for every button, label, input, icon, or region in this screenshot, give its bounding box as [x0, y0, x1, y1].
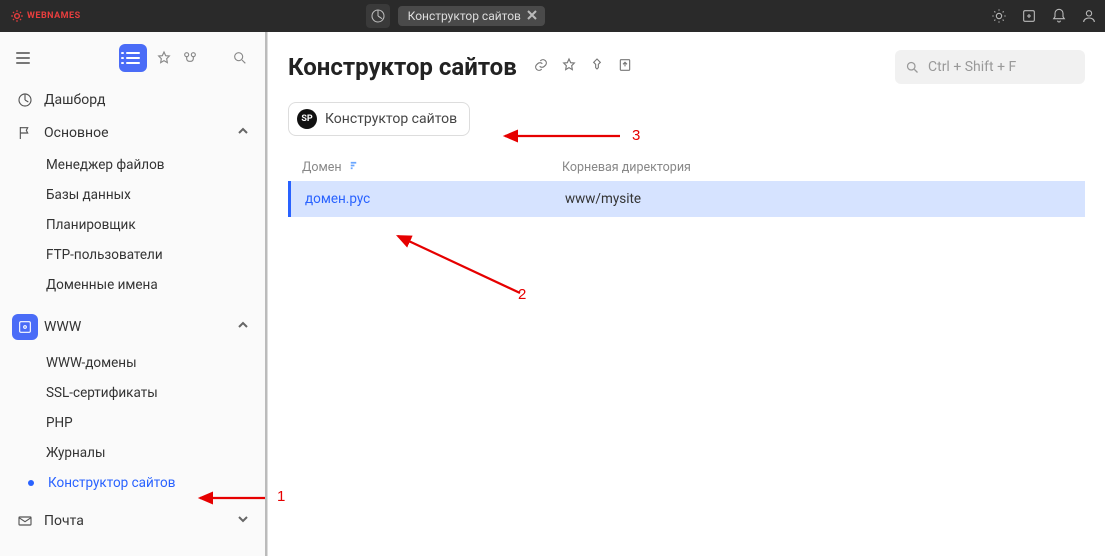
nav-www-items: WWW-домены SSL-сертификаты PHP Журналы К…: [8, 348, 257, 498]
nav-section-www[interactable]: WWW: [8, 306, 257, 348]
nav-section-main[interactable]: Основное: [8, 116, 257, 150]
sort-icon: [348, 160, 359, 175]
chevron-down-icon: [237, 513, 249, 529]
col-root[interactable]: Корневая директория: [562, 160, 1071, 175]
nav-main-items: Менеджер файлов Базы данных Планировщик …: [8, 150, 257, 300]
ops-icon[interactable]: [181, 49, 199, 67]
chevron-up-icon: [237, 319, 249, 335]
main: Конструктор сайтов Ctrl + Shift + F SP К…: [268, 32, 1105, 556]
tab-active[interactable]: Конструктор сайтов: [398, 6, 545, 26]
nav-item-domains[interactable]: Доменные имена: [38, 270, 257, 300]
sidebar-toolbar: [0, 32, 265, 84]
user-icon[interactable]: [1081, 8, 1097, 24]
table-header: Домен Корневая директория: [288, 154, 1085, 181]
page-header: Конструктор сайтов Ctrl + Shift + F: [288, 50, 1085, 84]
nav-item-ssl[interactable]: SSL-сертификаты: [38, 378, 257, 408]
nav-item-databases[interactable]: Базы данных: [38, 180, 257, 210]
export-icon[interactable]: [617, 57, 633, 77]
www-icon: [12, 314, 38, 340]
nav-section-mail[interactable]: Почта: [8, 504, 257, 538]
topbar: WEBNAMES Конструктор сайтов: [0, 0, 1105, 32]
flag-icon: [16, 124, 34, 142]
nav-section-label: Почта: [44, 513, 84, 529]
cell-root: www/mysite: [565, 191, 1071, 207]
nav-item-wwwdomains[interactable]: WWW-домены: [38, 348, 257, 378]
star-icon[interactable]: [155, 49, 173, 67]
gear-icon: [10, 9, 24, 23]
page-title: Конструктор сайтов: [288, 53, 517, 81]
link-icon[interactable]: [533, 57, 549, 77]
nav-item-sitebuilder[interactable]: Конструктор сайтов: [18, 468, 257, 498]
search-icon[interactable]: [231, 49, 249, 67]
pin-icon[interactable]: [589, 57, 605, 77]
domain-table: Домен Корневая директория домен.рус www/…: [288, 154, 1085, 217]
brand-name: WEBNAMES: [27, 11, 81, 21]
chip-label: Конструктор сайтов: [325, 111, 457, 127]
hamburger-icon[interactable]: [16, 52, 36, 64]
nav-label: Дашборд: [44, 92, 105, 108]
search-placeholder: Ctrl + Shift + F: [928, 59, 1016, 75]
sidebar: Дашборд Основное Менеджер файлов Базы да…: [0, 32, 268, 556]
tab-stats-icon[interactable]: [366, 4, 390, 28]
tab-label: Конструктор сайтов: [408, 9, 521, 23]
nav-item-php[interactable]: PHP: [38, 408, 257, 438]
star-icon[interactable]: [561, 57, 577, 77]
chevron-up-icon: [237, 125, 249, 141]
bell-icon[interactable]: [1051, 8, 1067, 24]
mail-icon: [16, 512, 34, 530]
table-row[interactable]: домен.рус www/mysite: [288, 181, 1085, 217]
nav-item-ftp[interactable]: FTP-пользователи: [38, 240, 257, 270]
builder-chip[interactable]: SP Конструктор сайтов: [288, 102, 470, 136]
nav-item-logs[interactable]: Журналы: [38, 438, 257, 468]
topbar-right: [991, 8, 1097, 24]
col-domain[interactable]: Домен: [302, 160, 562, 175]
dashboard-icon: [16, 91, 34, 109]
add-panel-icon[interactable]: [1021, 8, 1037, 24]
list-view-button[interactable]: [119, 44, 147, 72]
active-bullet-icon: [28, 480, 34, 486]
chip-badge: SP: [297, 109, 317, 129]
search-icon: [905, 60, 920, 75]
nav-dashboard[interactable]: Дашборд: [8, 84, 257, 116]
brand-logo: WEBNAMES: [10, 9, 81, 23]
nav-section-label: WWW: [44, 319, 81, 335]
cell-domain[interactable]: домен.рус: [305, 191, 565, 207]
nav-item-scheduler[interactable]: Планировщик: [38, 210, 257, 240]
nav-item-filemanager[interactable]: Менеджер файлов: [38, 150, 257, 180]
close-icon[interactable]: [527, 9, 537, 23]
search-input[interactable]: Ctrl + Shift + F: [895, 50, 1085, 84]
nav: Дашборд Основное Менеджер файлов Базы да…: [0, 84, 265, 538]
nav-section-label: Основное: [44, 125, 109, 141]
theme-icon[interactable]: [991, 8, 1007, 24]
tab-area: Конструктор сайтов: [366, 4, 545, 28]
